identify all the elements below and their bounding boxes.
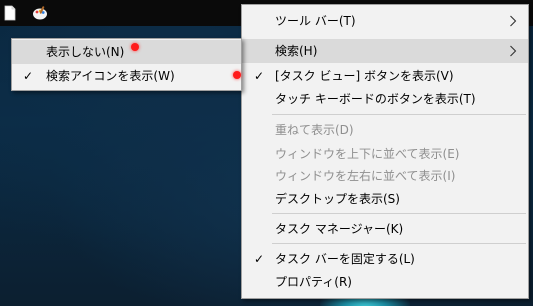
menu-item-cascade-windows: 重ねて表示(D) bbox=[242, 118, 528, 142]
check-icon: ✓ bbox=[23, 69, 34, 83]
menu-item-toolbars[interactable]: ツール バー(T) bbox=[242, 9, 528, 33]
marker-dot bbox=[131, 43, 139, 51]
chevron-right-icon bbox=[510, 45, 517, 57]
submenu-item-label: 表示しない(N) bbox=[46, 45, 125, 59]
chevron-right-icon bbox=[510, 15, 517, 27]
menu-item-show-desktop[interactable]: デスクトップを表示(S) bbox=[242, 187, 528, 211]
menu-item-label: 重ねて表示(D) bbox=[275, 123, 354, 137]
menu-item-label: ツール バー(T) bbox=[275, 14, 356, 28]
paint-icon[interactable] bbox=[32, 5, 48, 21]
menu-item-search[interactable]: 検索(H) bbox=[242, 39, 528, 63]
menu-item-label: タッチ キーボードのボタンを表示(T) bbox=[275, 92, 476, 106]
search-submenu: 表示しない(N) ✓ 検索アイコンを表示(W) bbox=[11, 38, 242, 91]
menu-item-touch-keyboard-button[interactable]: タッチ キーボードのボタンを表示(T) bbox=[242, 87, 528, 111]
menu-item-stack-windows: ウィンドウを上下に並べて表示(E) bbox=[242, 142, 528, 166]
menu-item-task-manager[interactable]: タスク マネージャー(K) bbox=[242, 217, 528, 241]
submenu-item-show-search-icon[interactable]: ✓ 検索アイコンを表示(W) bbox=[12, 64, 241, 88]
menu-item-label: [タスク ビュー] ボタンを表示(V) bbox=[275, 69, 454, 83]
menu-item-task-view-button[interactable]: ✓ [タスク ビュー] ボタンを表示(V) bbox=[242, 64, 528, 88]
menu-item-properties[interactable]: プロパティ(R) bbox=[242, 270, 528, 294]
menu-separator bbox=[272, 114, 526, 115]
menu-item-label: ウィンドウを上下に並べて表示(E) bbox=[275, 147, 460, 161]
submenu-item-hidden[interactable]: 表示しない(N) bbox=[12, 40, 241, 64]
menu-item-label: プロパティ(R) bbox=[275, 275, 352, 289]
taskbar-context-menu: ツール バー(T) 検索(H) ✓ [タスク ビュー] ボタンを表示(V) タッ… bbox=[241, 4, 529, 299]
file-icon[interactable] bbox=[2, 5, 18, 21]
menu-item-label: ウィンドウを左右に並べて表示(I) bbox=[275, 169, 456, 183]
submenu-item-label: 検索アイコンを表示(W) bbox=[46, 69, 175, 83]
menu-item-label: タスク マネージャー(K) bbox=[275, 222, 404, 236]
marker-dot bbox=[233, 71, 241, 79]
menu-separator bbox=[272, 243, 526, 244]
menu-item-label: 検索(H) bbox=[275, 44, 318, 58]
menu-item-label: デスクトップを表示(S) bbox=[275, 192, 400, 206]
menu-item-label: タスク バーを固定する(L) bbox=[275, 252, 415, 266]
check-icon: ✓ bbox=[254, 69, 265, 83]
check-icon: ✓ bbox=[254, 252, 265, 266]
menu-item-side-by-side-windows: ウィンドウを左右に並べて表示(I) bbox=[242, 164, 528, 188]
menu-item-lock-taskbar[interactable]: ✓ タスク バーを固定する(L) bbox=[242, 247, 528, 271]
menu-separator bbox=[272, 213, 526, 214]
